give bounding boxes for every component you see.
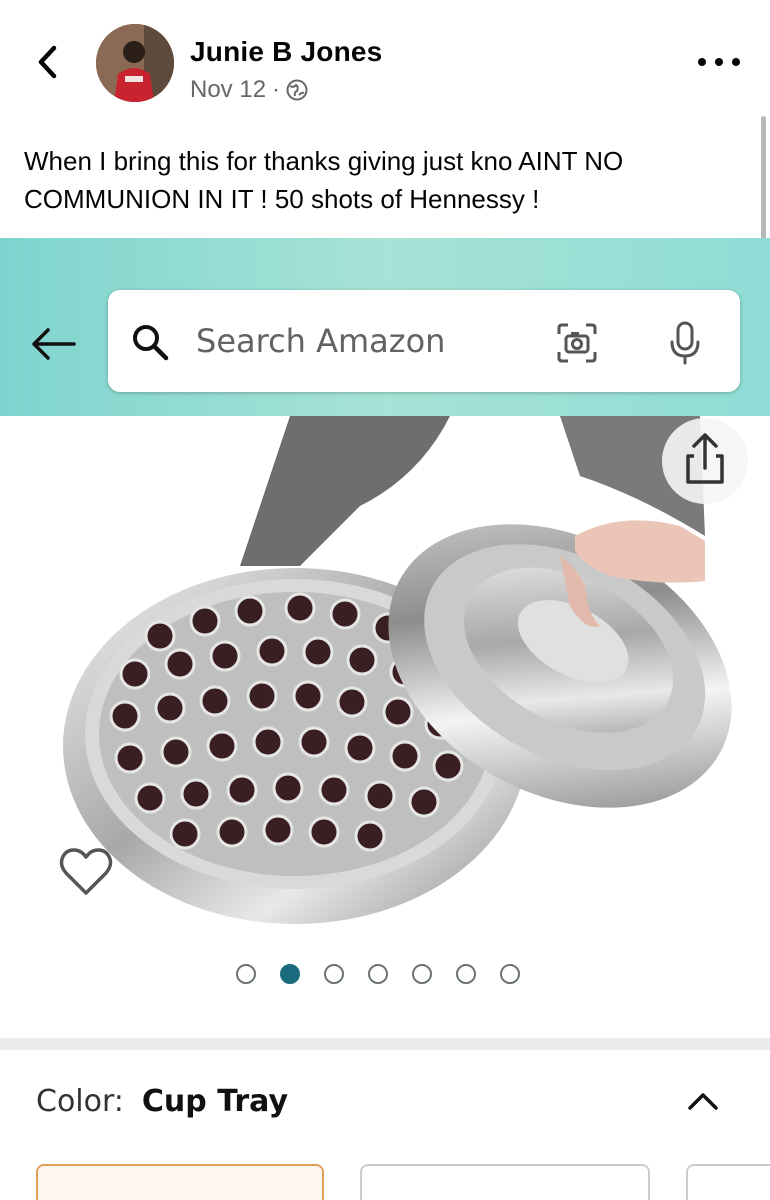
chevron-up-icon[interactable] bbox=[684, 1086, 722, 1116]
share-icon bbox=[686, 433, 724, 484]
search-input[interactable] bbox=[196, 314, 536, 368]
swatch-option-selected[interactable] bbox=[36, 1164, 324, 1200]
globe-icon bbox=[286, 79, 308, 101]
post-date[interactable]: Nov 12 bbox=[190, 76, 266, 104]
pager-dot[interactable] bbox=[412, 964, 432, 984]
share-button[interactable] bbox=[662, 418, 748, 504]
color-selector: Color: Cup Tray bbox=[36, 1084, 288, 1119]
pager-dot[interactable] bbox=[368, 964, 388, 984]
pager-dot[interactable] bbox=[324, 964, 344, 984]
arrow-left-icon bbox=[32, 328, 76, 360]
avatar[interactable] bbox=[96, 24, 174, 102]
amazon-search-box[interactable] bbox=[108, 290, 740, 392]
dot-icon bbox=[698, 58, 706, 66]
section-divider bbox=[0, 1038, 770, 1050]
meta-separator: · bbox=[272, 76, 281, 103]
post-header: Junie B Jones Nov 12 · bbox=[0, 0, 770, 130]
author-name[interactable]: Junie B Jones bbox=[190, 36, 382, 68]
pager-dot-active[interactable] bbox=[280, 964, 300, 984]
chevron-left-icon bbox=[38, 45, 57, 79]
pager-dot[interactable] bbox=[236, 964, 256, 984]
heart-icon bbox=[59, 848, 113, 895]
swatch-option[interactable] bbox=[360, 1164, 650, 1200]
pager-dot[interactable] bbox=[500, 964, 520, 984]
dot-icon bbox=[715, 58, 723, 66]
more-options-button[interactable] bbox=[698, 50, 740, 74]
dot-icon bbox=[732, 58, 740, 66]
swatch-option[interactable] bbox=[686, 1164, 770, 1200]
search-icon bbox=[133, 325, 169, 361]
product-image-carousel[interactable] bbox=[0, 416, 770, 1036]
camera-scan-icon[interactable] bbox=[556, 322, 598, 364]
product-image bbox=[63, 416, 732, 924]
post-text: When I bring this for thanks giving just… bbox=[24, 146, 624, 214]
color-label: Color: bbox=[36, 1084, 124, 1119]
amazon-screenshot: Color: Cup Tray bbox=[0, 238, 770, 1200]
avatar-image bbox=[96, 24, 174, 102]
microphone-icon[interactable] bbox=[668, 320, 702, 366]
amazon-back-button[interactable] bbox=[28, 324, 78, 364]
wishlist-button[interactable] bbox=[58, 846, 114, 898]
post-meta: Nov 12 · bbox=[190, 76, 308, 104]
amazon-search-bar-area bbox=[0, 238, 770, 416]
image-pager bbox=[236, 964, 520, 984]
back-button[interactable] bbox=[30, 42, 64, 82]
color-value: Cup Tray bbox=[141, 1084, 289, 1119]
pager-dot[interactable] bbox=[456, 964, 476, 984]
